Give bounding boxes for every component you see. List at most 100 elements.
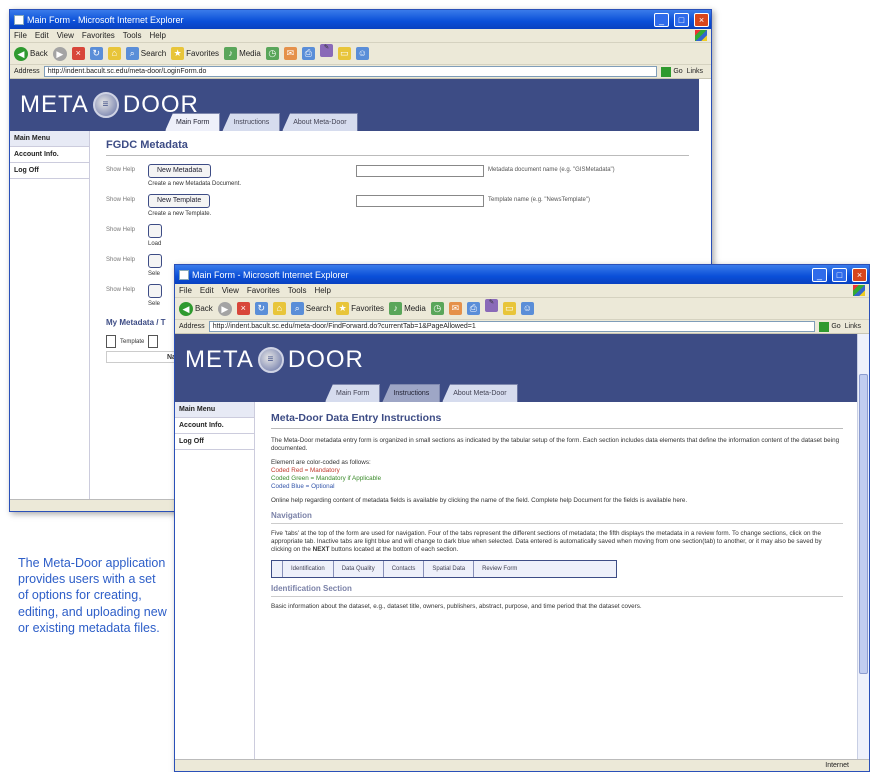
- favorites-button[interactable]: ★ Favorites: [336, 302, 384, 315]
- mail-icon[interactable]: ✉: [283, 47, 297, 60]
- tab-data-quality[interactable]: Data Quality: [332, 561, 383, 577]
- vertical-scrollbar[interactable]: [857, 334, 869, 759]
- address-input[interactable]: http://indent.bacult.sc.edu/meta-door/Fi…: [208, 321, 816, 332]
- maximize-button[interactable]: □: [832, 267, 847, 282]
- tab-instructions[interactable]: Instructions: [382, 384, 441, 402]
- sidebar-item-main-menu[interactable]: Main Menu: [175, 402, 254, 418]
- messenger-icon[interactable]: ☺: [520, 302, 534, 315]
- go-button[interactable]: Go: [819, 321, 841, 332]
- color-legend-intro: Element are color-coded as follows:: [271, 459, 371, 466]
- history-icon[interactable]: ◷: [265, 47, 279, 60]
- tab-main-form[interactable]: Main Form: [325, 384, 381, 402]
- minimize-button[interactable]: _: [654, 12, 669, 27]
- minimize-button[interactable]: _: [812, 267, 827, 282]
- menu-tools[interactable]: Tools: [123, 31, 142, 40]
- forward-button[interactable]: ▶: [217, 301, 232, 316]
- messenger-icon[interactable]: ☺: [355, 47, 369, 60]
- refresh-icon[interactable]: ↻: [89, 47, 103, 60]
- menu-tools[interactable]: Tools: [288, 286, 307, 295]
- menu-help[interactable]: Help: [149, 31, 165, 40]
- show-help-link[interactable]: Show Help: [106, 257, 135, 263]
- tab-review-form[interactable]: Review Form: [473, 561, 525, 577]
- folder-icon[interactable]: ▭: [337, 47, 351, 60]
- menu-view[interactable]: View: [57, 31, 74, 40]
- status-zone: Internet: [825, 762, 849, 769]
- menu-edit[interactable]: Edit: [35, 31, 49, 40]
- show-help-link[interactable]: Show Help: [106, 227, 135, 233]
- menu-help[interactable]: Help: [314, 286, 330, 295]
- history-icon[interactable]: ◷: [430, 302, 444, 315]
- color-legend-applicable: Coded Green = Mandatory if Applicable: [271, 475, 382, 482]
- media-button[interactable]: ♪ Media: [389, 302, 426, 315]
- section-tabs: Main Form Instructions About Meta-Door: [325, 384, 518, 402]
- tab-about[interactable]: About Meta-Door: [282, 113, 358, 131]
- new-template-button[interactable]: New Template: [148, 194, 211, 208]
- search-button[interactable]: ⌕ Search: [290, 302, 331, 315]
- print-icon[interactable]: ⎙: [466, 302, 480, 315]
- home-icon[interactable]: ⌂: [272, 302, 286, 315]
- tab-about[interactable]: About Meta-Door: [442, 384, 518, 402]
- home-icon[interactable]: ⌂: [107, 47, 121, 60]
- row-caption: Sele: [148, 271, 161, 277]
- back-button[interactable]: ◀ Back: [179, 301, 213, 316]
- folder-icon[interactable]: ▭: [502, 302, 516, 315]
- ie-icon: [179, 269, 189, 280]
- show-help-link[interactable]: Show Help: [106, 167, 135, 173]
- menu-file[interactable]: File: [14, 31, 27, 40]
- template-icon[interactable]: [106, 335, 116, 348]
- menu-favorites[interactable]: Favorites: [247, 286, 280, 295]
- sidebar-item-account-info[interactable]: Account Info.: [175, 418, 254, 434]
- tab-spatial-data[interactable]: Spatial Data: [423, 561, 473, 577]
- menu-edit[interactable]: Edit: [200, 286, 214, 295]
- stop-icon[interactable]: ×: [236, 302, 250, 315]
- page-title: FGDC Metadata: [106, 139, 689, 156]
- scrollbar-thumb[interactable]: [859, 374, 868, 674]
- back-button[interactable]: ◀ Back: [14, 46, 48, 61]
- tab-contacts[interactable]: Contacts: [382, 561, 424, 577]
- metadata-name-input[interactable]: [356, 165, 484, 177]
- menu-view[interactable]: View: [222, 286, 239, 295]
- tab-instructions[interactable]: Instructions: [222, 113, 281, 131]
- edit-icon[interactable]: ✎: [484, 299, 498, 312]
- search-icon: ⌕: [125, 47, 139, 60]
- sidebar-item-log-off[interactable]: Log Off: [175, 434, 254, 450]
- tab-main-form[interactable]: Main Form: [165, 113, 221, 131]
- color-legend: Element are color-coded as follows: Code…: [271, 459, 843, 491]
- new-metadata-button[interactable]: New Metadata: [148, 164, 212, 178]
- meta-door-logo: META ≡ DOOR: [185, 346, 364, 373]
- select-button[interactable]: [148, 254, 162, 268]
- title-bar: Main Form - Microsoft Internet Explorer …: [175, 265, 869, 284]
- menu-favorites[interactable]: Favorites: [82, 31, 115, 40]
- links-label[interactable]: Links: [687, 68, 703, 75]
- document-icon[interactable]: [148, 335, 159, 348]
- address-input[interactable]: http://indent.bacult.sc.edu/meta-door/Lo…: [43, 66, 658, 77]
- menu-file[interactable]: File: [179, 286, 192, 295]
- main-panel: Meta-Door Data Entry Instructions The Me…: [261, 402, 857, 759]
- select-button[interactable]: [148, 284, 162, 298]
- maximize-button[interactable]: □: [674, 12, 689, 27]
- stop-icon[interactable]: ×: [71, 47, 85, 60]
- close-button[interactable]: ×: [852, 267, 867, 282]
- sidebar-item-log-off[interactable]: Log Off: [10, 163, 89, 179]
- online-help-paragraph: Online help regarding content of metadat…: [271, 497, 688, 504]
- template-name-input[interactable]: [356, 195, 484, 207]
- media-button[interactable]: ♪ Media: [224, 47, 261, 60]
- load-button[interactable]: [148, 224, 162, 238]
- close-button[interactable]: ×: [694, 12, 709, 27]
- forward-button[interactable]: ▶: [52, 46, 67, 61]
- favorites-button[interactable]: ★ Favorites: [171, 47, 219, 60]
- tab-identification[interactable]: Identification: [282, 561, 333, 577]
- form-row: Show Help New Template Create a new Temp…: [106, 194, 689, 224]
- mail-icon[interactable]: ✉: [448, 302, 462, 315]
- show-help-link[interactable]: Show Help: [106, 197, 135, 203]
- print-icon[interactable]: ⎙: [301, 47, 315, 60]
- links-label[interactable]: Links: [845, 323, 861, 330]
- refresh-icon[interactable]: ↻: [254, 302, 268, 315]
- edit-icon[interactable]: ✎: [319, 44, 333, 57]
- show-help-link[interactable]: Show Help: [106, 287, 135, 293]
- sidebar-item-main-menu[interactable]: Main Menu: [10, 131, 89, 147]
- sidebar-item-account-info[interactable]: Account Info.: [10, 147, 89, 163]
- input-hint: Metadata document name (e.g. "GISMetadat…: [488, 167, 615, 173]
- go-button[interactable]: Go: [661, 66, 683, 77]
- search-button[interactable]: ⌕ Search: [125, 47, 166, 60]
